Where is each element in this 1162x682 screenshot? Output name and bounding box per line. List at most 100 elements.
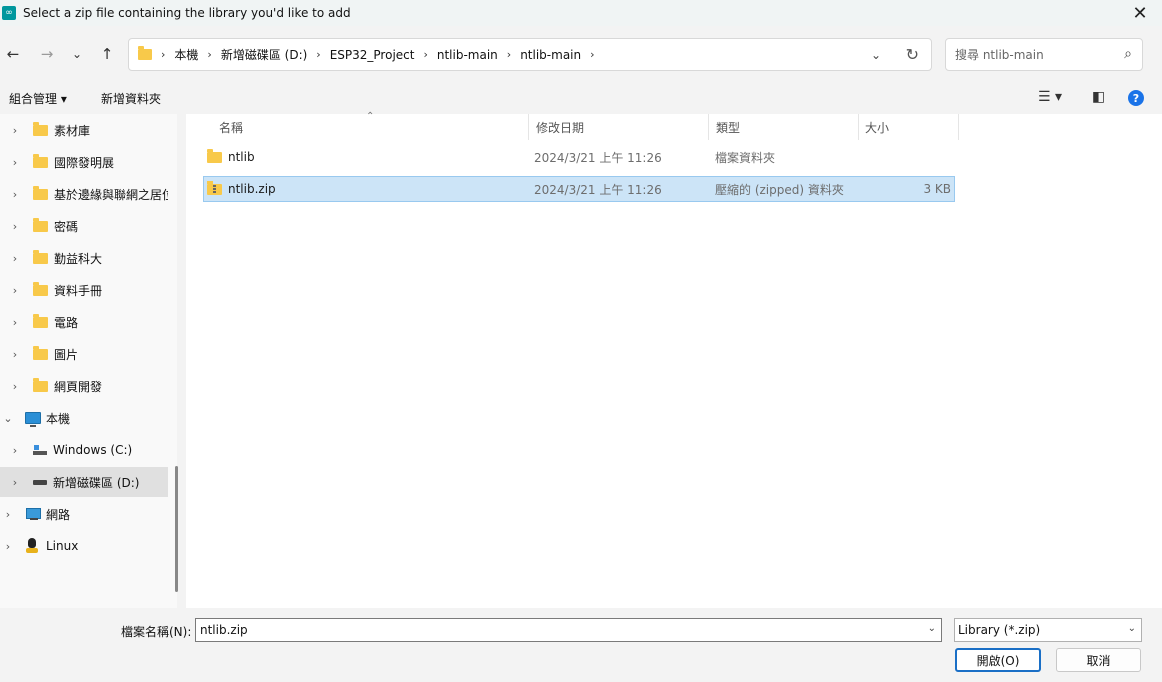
new-folder-button[interactable]: 新增資料夾 xyxy=(101,90,161,107)
sidebar-item-folder[interactable]: › 圖片 xyxy=(0,339,168,369)
refresh-icon[interactable]: ↻ xyxy=(906,45,919,64)
chevron-right-icon: › xyxy=(161,48,166,61)
sidebar-item-label: 密碼 xyxy=(54,219,79,234)
linux-icon xyxy=(25,538,39,554)
column-divider[interactable] xyxy=(858,114,859,140)
folder-icon xyxy=(33,217,48,232)
sidebar-item-drive-d[interactable]: › 新增磁碟區 (D:) xyxy=(0,467,168,497)
close-button[interactable]: ✕ xyxy=(1124,0,1156,26)
chevron-down-icon[interactable]: ⌄ xyxy=(871,48,881,62)
search-icon[interactable]: ⌕ xyxy=(1124,46,1132,62)
organize-menu[interactable]: 組合管理 ▾ xyxy=(9,90,67,107)
file-modified: 2024/3/21 上午 11:26 xyxy=(534,182,662,197)
filename-input[interactable] xyxy=(200,623,900,637)
sidebar-item-folder[interactable]: › 網頁開發 xyxy=(0,371,168,401)
search-input[interactable] xyxy=(955,47,1115,62)
navigation-pane: › 素材庫 › 國際發明展 › 基於邊緣與聯網之居位 › 密碼 › 勤益科大 ›… xyxy=(0,114,177,608)
column-header-modified[interactable]: 修改日期 xyxy=(536,114,584,140)
this-pc-icon xyxy=(25,412,41,427)
chevron-right-icon[interactable]: › xyxy=(8,124,22,137)
sidebar-item-this-pc[interactable]: ⌄ 本機 xyxy=(0,403,168,433)
chevron-right-icon[interactable]: › xyxy=(1,508,15,521)
view-list-icon[interactable]: ☰ ▾ xyxy=(1038,89,1062,105)
folder-icon xyxy=(33,313,48,328)
sidebar-item-folder[interactable]: › 素材庫 xyxy=(0,115,168,145)
zip-folder-icon xyxy=(207,180,222,195)
sidebar-item-label: 圖片 xyxy=(54,347,79,362)
address-bar[interactable]: › 本機 › 新增磁碟區 (D:) › ESP32_Project › ntli… xyxy=(128,38,932,71)
chevron-right-icon[interactable]: › xyxy=(1,540,15,553)
file-open-dialog: ∞ Select a zip file containing the libra… xyxy=(0,0,1162,682)
folder-icon xyxy=(207,148,222,163)
sidebar-item-folder[interactable]: › 國際發明展 xyxy=(0,147,168,177)
chevron-right-icon[interactable]: › xyxy=(8,380,22,393)
chevron-down-icon[interactable]: ⌄ xyxy=(1,412,15,425)
sidebar-item-folder[interactable]: › 密碼 xyxy=(0,211,168,241)
column-divider[interactable] xyxy=(528,114,529,140)
sidebar-item-label: Windows (C:) xyxy=(53,443,133,457)
folder-icon xyxy=(33,185,48,200)
sidebar-item-label: 電路 xyxy=(54,315,79,330)
folder-icon xyxy=(138,46,152,60)
chevron-right-icon[interactable]: › xyxy=(8,220,22,233)
sidebar-item-label: 國際發明展 xyxy=(54,155,115,170)
file-name: ntlib xyxy=(228,150,255,164)
chevron-right-icon[interactable]: › xyxy=(8,188,22,201)
folder-icon xyxy=(33,377,48,392)
sidebar-item-linux[interactable]: › Linux xyxy=(0,531,168,561)
forward-button[interactable]: → xyxy=(36,44,58,64)
preview-pane-icon[interactable]: ◧ xyxy=(1092,89,1105,105)
search-box: ⌕ xyxy=(945,38,1143,71)
sidebar-item-label: 基於邊緣與聯網之居位 xyxy=(54,187,168,202)
column-header-name[interactable]: 名稱 xyxy=(219,114,243,140)
network-icon xyxy=(25,507,41,521)
chevron-right-icon[interactable]: › xyxy=(8,316,22,329)
sort-ascending-icon: ⌃ xyxy=(366,111,375,122)
chevron-down-icon[interactable]: ⌄ xyxy=(928,623,936,634)
breadcrumb-esp32-project[interactable]: ESP32_Project xyxy=(330,48,415,62)
navigation-bar: ← → ⌄ ↑ › 本機 › 新增磁碟區 (D:) › ESP32_Projec… xyxy=(0,34,1162,74)
back-button[interactable]: ← xyxy=(2,44,24,64)
help-icon[interactable]: ? xyxy=(1128,90,1144,106)
sidebar-item-network[interactable]: › 網路 xyxy=(0,499,168,529)
column-divider[interactable] xyxy=(958,114,959,140)
sidebar-item-folder[interactable]: › 基於邊緣與聯網之居位 xyxy=(0,179,168,209)
chevron-right-icon[interactable]: › xyxy=(8,476,22,489)
column-header-type[interactable]: 類型 xyxy=(716,114,740,140)
sidebar-item-folder[interactable]: › 勤益科大 xyxy=(0,243,168,273)
sidebar-item-folder[interactable]: › 資料手冊 xyxy=(0,275,168,305)
sidebar-item-folder[interactable]: › 電路 xyxy=(0,307,168,337)
chevron-right-icon: › xyxy=(316,48,321,61)
folder-icon xyxy=(33,153,48,168)
sidebar-item-drive-c[interactable]: › Windows (C:) xyxy=(0,435,168,465)
cancel-button[interactable]: 取消 xyxy=(1056,648,1141,672)
column-divider[interactable] xyxy=(708,114,709,140)
sidebar-item-label: 勤益科大 xyxy=(54,251,103,266)
window-title: Select a zip file containing the library… xyxy=(23,6,351,20)
breadcrumb-ntlib-main[interactable]: ntlib-main xyxy=(437,48,498,62)
filetype-select[interactable]: Library (*.zip) ⌄ xyxy=(954,618,1142,642)
navigation-pane-scrollbar[interactable] xyxy=(175,466,178,592)
breadcrumb-drive-d[interactable]: 新增磁碟區 (D:) xyxy=(221,46,307,63)
up-button[interactable]: ↑ xyxy=(96,44,118,64)
breadcrumb-this-pc[interactable]: 本機 xyxy=(174,46,198,63)
chevron-right-icon[interactable]: › xyxy=(8,156,22,169)
chevron-right-icon[interactable]: › xyxy=(8,252,22,265)
chevron-right-icon[interactable]: › xyxy=(8,444,22,457)
folder-icon xyxy=(33,121,48,136)
chevron-right-icon[interactable]: › xyxy=(8,348,22,361)
table-row[interactable]: ntlib.zip 2024/3/21 上午 11:26 壓縮的 (zipped… xyxy=(203,176,955,202)
file-size: 3 KB xyxy=(923,182,951,196)
chevron-right-icon[interactable]: › xyxy=(590,48,594,61)
chevron-right-icon[interactable]: › xyxy=(8,284,22,297)
column-header-size[interactable]: 大小 xyxy=(865,114,889,140)
recent-locations-button[interactable]: ⌄ xyxy=(66,44,88,64)
sidebar-item-label: 網路 xyxy=(46,507,71,522)
open-button[interactable]: 開啟(O) xyxy=(955,648,1041,672)
folder-icon xyxy=(33,345,48,360)
filename-field: ⌄ xyxy=(195,618,942,642)
table-row[interactable]: ntlib 2024/3/21 上午 11:26 檔案資料夾 xyxy=(203,145,955,171)
title-bar: ∞ Select a zip file containing the libra… xyxy=(0,0,1162,26)
chevron-right-icon: › xyxy=(423,48,428,61)
breadcrumb-ntlib-main-current[interactable]: ntlib-main xyxy=(520,48,581,62)
